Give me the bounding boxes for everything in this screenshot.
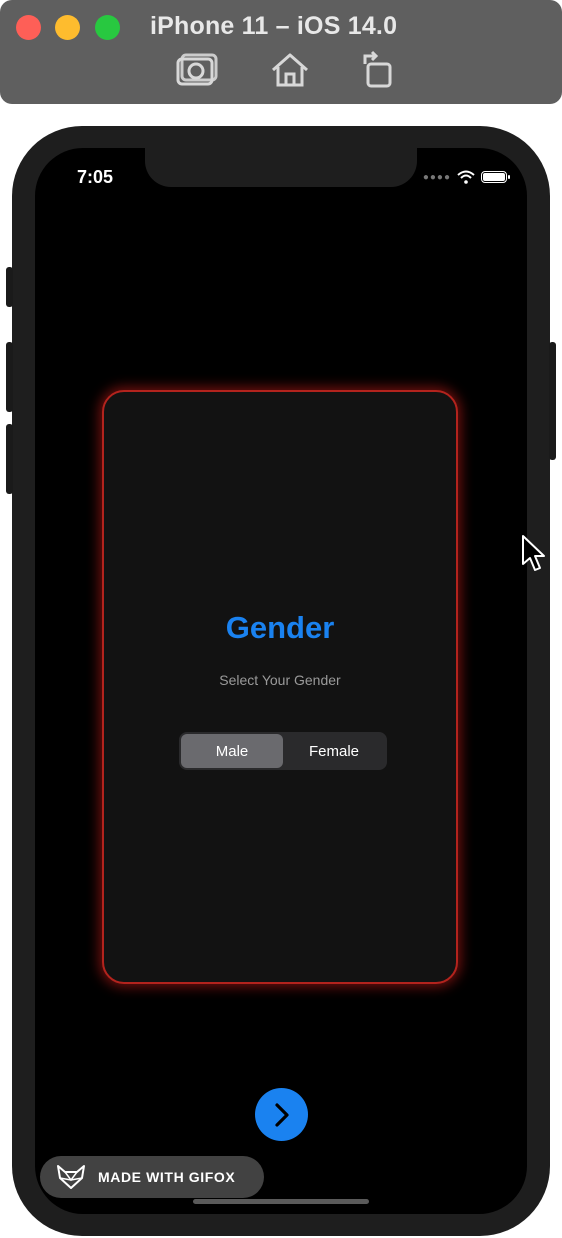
cellular-signal-icon: ●●●● bbox=[422, 171, 451, 183]
next-button[interactable] bbox=[255, 1088, 308, 1141]
camera-icon bbox=[176, 53, 218, 86]
watermark-text: MADE WITH GIFOX bbox=[98, 1169, 236, 1185]
battery-icon bbox=[481, 171, 510, 183]
window-close-button[interactable] bbox=[16, 15, 41, 40]
mouse-cursor-icon bbox=[522, 535, 545, 571]
simulator-title-bar: iPhone 11 – iOS 14.0 bbox=[0, 0, 562, 104]
gender-segmented-control[interactable]: Male Female bbox=[179, 732, 387, 770]
rotate-icon bbox=[363, 50, 392, 88]
status-indicators: ●●●● bbox=[422, 169, 510, 185]
card-title: Gender bbox=[225, 610, 335, 645]
window-title: iPhone 11 – iOS 14.0 bbox=[150, 12, 398, 40]
notch bbox=[145, 148, 417, 187]
rotate-button[interactable] bbox=[357, 50, 401, 90]
chevron-right-icon bbox=[274, 1102, 289, 1127]
power-button bbox=[549, 342, 556, 460]
gender-card: Gender Select Your Gender Male Female bbox=[102, 390, 458, 984]
screenshot-button[interactable] bbox=[175, 50, 219, 90]
segment-male[interactable]: Male bbox=[181, 734, 283, 768]
home-icon bbox=[272, 53, 308, 87]
home-indicator[interactable] bbox=[193, 1199, 369, 1204]
wifi-icon bbox=[457, 170, 475, 184]
window-zoom-button[interactable] bbox=[95, 15, 120, 40]
card-subtitle: Select Your Gender bbox=[219, 672, 341, 688]
fox-logo-icon bbox=[57, 1165, 85, 1189]
volume-down-button bbox=[6, 424, 13, 494]
volume-up-button bbox=[6, 342, 13, 412]
gifox-watermark: MADE WITH GIFOX bbox=[40, 1156, 264, 1198]
segment-female[interactable]: Female bbox=[283, 734, 385, 768]
window-minimize-button[interactable] bbox=[55, 15, 80, 40]
status-time: 7:05 bbox=[77, 167, 114, 187]
home-button[interactable] bbox=[268, 50, 312, 90]
mute-switch bbox=[6, 267, 13, 307]
phone-screen: 7:05 ●●●● Gender Select Your Gender Male… bbox=[35, 148, 527, 1214]
